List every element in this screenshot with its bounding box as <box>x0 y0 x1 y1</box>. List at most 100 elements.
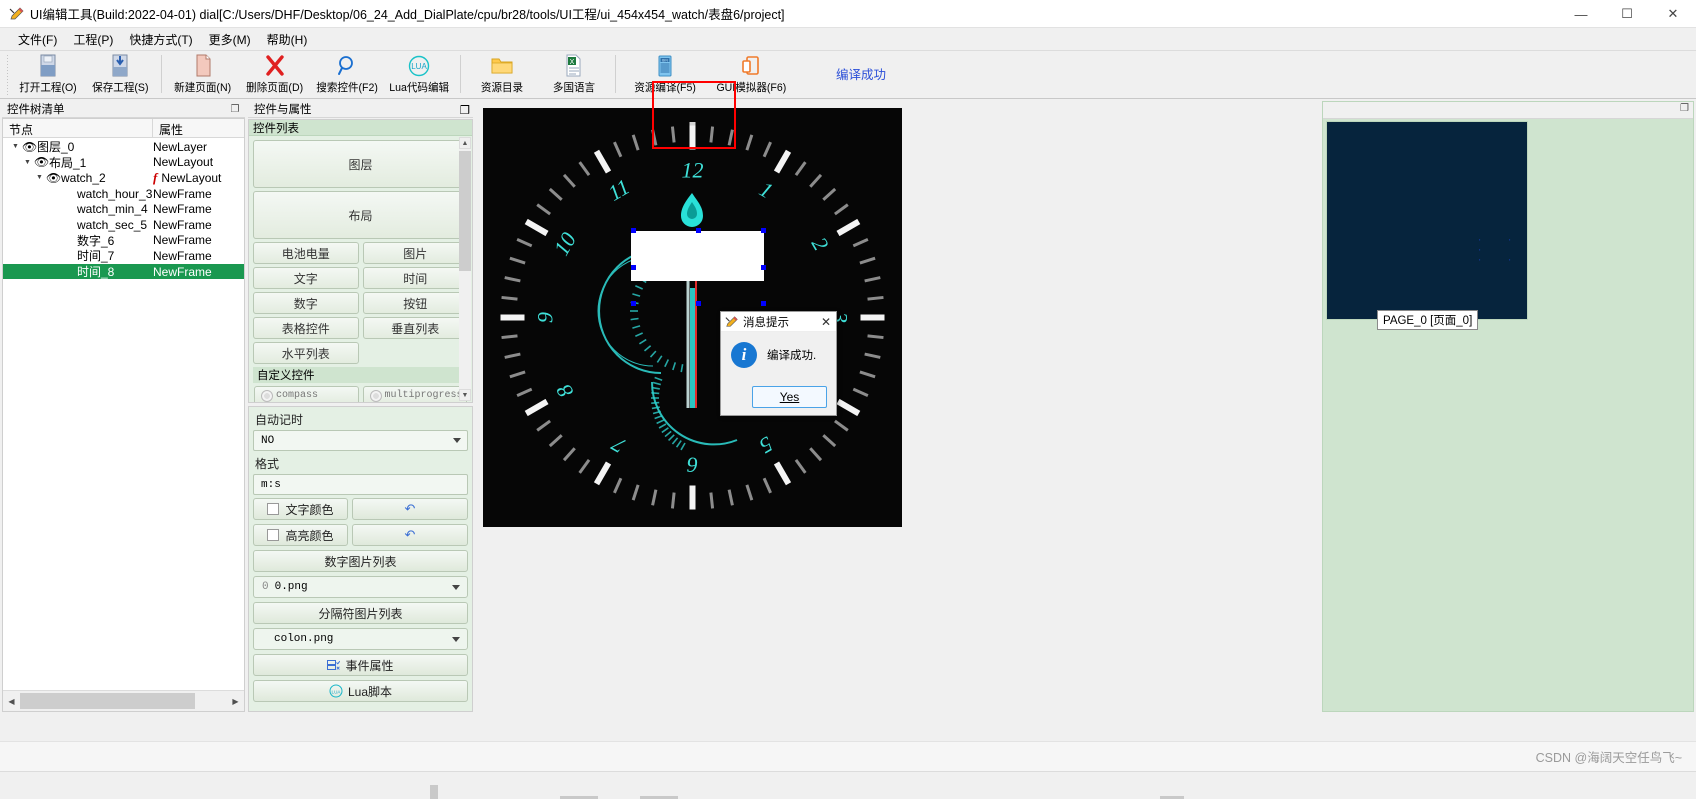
table-row-selected[interactable]: 时间_8 NewFrame <box>3 263 244 280</box>
tree-node-label: 时间_7 <box>77 249 115 264</box>
delete-page-button[interactable]: 删除页面(D) <box>239 51 311 98</box>
scroll-up-icon[interactable]: ▲ <box>459 137 471 149</box>
selection-handle[interactable] <box>631 228 636 233</box>
multi-language-button[interactable]: X 多国语言 <box>538 51 610 98</box>
table-row[interactable]: watch_sec_5 NewFrame <box>3 217 244 233</box>
table-row[interactable]: 时间_7 NewFrame <box>3 248 244 264</box>
taskbar-tick <box>430 785 438 799</box>
scroll-right-icon[interactable]: ▶ <box>227 691 244 711</box>
selection-handle[interactable] <box>696 228 701 233</box>
lua-editor-button[interactable]: LUA Lua代码编辑 <box>383 51 455 98</box>
menu-shortcut[interactable]: 快捷方式(T) <box>121 29 200 50</box>
selection-handle[interactable] <box>631 265 636 270</box>
save-project-button[interactable]: 保存工程(S) <box>84 51 156 98</box>
thumb-marker: ▪ <box>1479 247 1481 252</box>
event-property-button[interactable]: 事件属性 <box>253 654 468 676</box>
color-swatch <box>267 503 280 515</box>
toolbar-grip[interactable] <box>3 55 12 95</box>
scroll-left-icon[interactable]: ◀ <box>3 691 20 711</box>
menu-help[interactable]: 帮助(H) <box>259 29 316 50</box>
gui-simulator-button[interactable]: GUI模拟器(F6) <box>715 51 787 98</box>
message-dialog[interactable]: 消息提示 ✕ i 编译成功. Yes <box>720 311 837 416</box>
expand-arrow-icon[interactable]: ▼ <box>9 143 22 150</box>
selected-time-widget[interactable] <box>631 231 764 281</box>
search-widget-button[interactable]: 搜索控件(F2) <box>311 51 383 98</box>
widget-vlist-button[interactable]: 垂直列表 <box>362 317 468 339</box>
close-button[interactable]: ✕ <box>1650 0 1696 28</box>
separator-image-select[interactable]: colon.png <box>253 628 468 650</box>
status-bar <box>0 771 1696 799</box>
page-thumbnail[interactable]: ▪ ▪ ▪ ▪ ▪ <box>1326 121 1528 320</box>
widget-hlist-button[interactable]: 水平列表 <box>253 342 359 364</box>
scroll-down-icon[interactable]: ▼ <box>459 389 471 401</box>
highlight-color-button[interactable]: 高亮颜色 <box>253 524 348 546</box>
widget-time-button[interactable]: 时间 <box>362 267 468 289</box>
table-row[interactable]: 数字_6 NewFrame <box>3 233 244 249</box>
minimize-button[interactable]: — <box>1558 0 1604 28</box>
widget-button-button[interactable]: 按钮 <box>362 292 468 314</box>
widget-list-vertical-scrollbar[interactable]: ▲ ▼ <box>459 137 471 401</box>
visibility-eye-icon[interactable]: 👁 <box>46 171 61 185</box>
visibility-eye-icon[interactable]: 👁 <box>34 155 49 169</box>
scroll-thumb[interactable] <box>459 151 471 271</box>
table-row[interactable]: ▼ 👁 布局_1 NewLayout <box>3 155 244 171</box>
table-row[interactable]: ▼ 👁 watch_2 f NewLayout <box>3 170 244 186</box>
widget-layout-button[interactable]: 布局 <box>253 191 468 239</box>
tree-node-label: 时间_8 <box>77 265 115 280</box>
widget-battery-button[interactable]: 电池电量 <box>253 242 359 264</box>
tree-horizontal-scrollbar[interactable]: ◀ ▶ <box>3 690 244 711</box>
widget-list-scroll[interactable]: 图层 布局 电池电量 图片 文字 时间 数字 按钮 表格控件 垂直列表 水平列表… <box>249 136 472 402</box>
scroll-track[interactable] <box>20 691 227 711</box>
format-input[interactable]: m:s <box>253 474 468 495</box>
widget-layer-button[interactable]: 图层 <box>253 140 468 188</box>
table-row[interactable]: ▼ 👁 图层_0 NewLayer <box>3 139 244 155</box>
menu-more[interactable]: 更多(M) <box>201 29 259 50</box>
highlight-color-reset-button[interactable]: ↶ <box>352 524 468 546</box>
text-color-button[interactable]: 文字颜色 <box>253 498 348 520</box>
menu-file[interactable]: 文件(F) <box>10 29 65 50</box>
watch-face-preview[interactable]: 121234567891011 <box>483 108 902 527</box>
widget-property-panel: 控件与属性 ❐ 控件列表 图层 布局 电池电量 图片 文字 时间 数字 按钮 表… <box>248 101 473 712</box>
resource-folder-button[interactable]: 资源目录 <box>466 51 538 98</box>
custom-widget-multiprogressbar-button[interactable]: multiprogressbar <box>362 386 467 402</box>
table-row[interactable]: watch_hour_3 NewFrame <box>3 186 244 202</box>
lua-editor-icon: LUA <box>407 54 431 78</box>
maximize-button[interactable]: ☐ <box>1604 0 1650 28</box>
widget-text-button[interactable]: 文字 <box>253 267 359 289</box>
lua-script-button[interactable]: LUA Lua脚本 <box>253 680 468 702</box>
scroll-thumb[interactable] <box>20 692 195 709</box>
resource-compile-button[interactable]: BIN 资源编译(F5) <box>629 51 701 98</box>
widget-image-button[interactable]: 图片 <box>362 242 468 264</box>
menu-project[interactable]: 工程(P) <box>65 29 121 50</box>
thumb-marker: ▪ <box>1479 237 1481 242</box>
custom-widget-compass-button[interactable]: compass <box>254 386 359 402</box>
widget-number-button[interactable]: 数字 <box>253 292 359 314</box>
expand-arrow-icon[interactable]: ▼ <box>21 159 34 166</box>
panel-float-icon[interactable]: ❐ <box>1680 103 1689 114</box>
selection-handle[interactable] <box>761 301 766 306</box>
separator-image-list-button[interactable]: 分隔符图片列表 <box>253 602 468 624</box>
dialog-close-icon[interactable]: ✕ <box>821 315 831 329</box>
auto-timer-select[interactable]: NO <box>253 430 468 451</box>
text-color-label: 文字颜色 <box>285 502 334 517</box>
selection-handle[interactable] <box>696 301 701 306</box>
selection-handle[interactable] <box>761 265 766 270</box>
text-color-reset-button[interactable]: ↶ <box>352 498 468 520</box>
tree-body[interactable]: ▼ 👁 图层_0 NewLayer ▼ 👁 布局_1 NewLayout ▼ 👁 watch… <box>3 139 244 689</box>
visibility-eye-icon[interactable]: 👁 <box>22 140 37 154</box>
table-row[interactable]: watch_min_4 NewFrame <box>3 201 244 217</box>
selection-handle[interactable] <box>631 301 636 306</box>
panel-float-icon[interactable]: ❐ <box>228 102 242 116</box>
digit-image-select[interactable]: 0 0.png <box>253 576 468 598</box>
selection-handle[interactable] <box>761 228 766 233</box>
widget-table-button[interactable]: 表格控件 <box>253 317 359 339</box>
new-page-button[interactable]: 新建页面(N) <box>167 51 239 98</box>
expand-arrow-icon[interactable]: ▼ <box>33 174 46 181</box>
page-label[interactable]: PAGE_0 [页面_0] <box>1377 310 1479 330</box>
digit-image-list-button[interactable]: 数字图片列表 <box>253 550 468 572</box>
panel-float-icon[interactable]: ❐ <box>460 103 470 117</box>
open-project-button[interactable]: 打开工程(O) <box>12 51 84 98</box>
dialog-yes-button[interactable]: Yes <box>752 386 827 408</box>
tree-node-label: watch_2 <box>61 170 106 185</box>
auto-timer-label: 自动记时 <box>255 413 304 427</box>
